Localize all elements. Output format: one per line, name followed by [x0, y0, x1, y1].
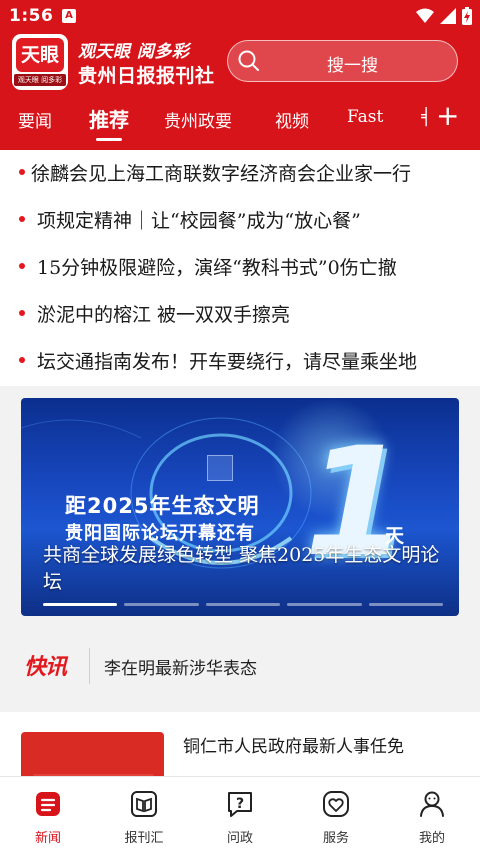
nav-fuwu[interactable]: 服务: [288, 777, 384, 853]
search-box[interactable]: 搜一搜: [227, 40, 458, 82]
nav-label: 新闻: [34, 831, 61, 846]
bullet-icon: [19, 263, 25, 269]
list-item[interactable]: 项规定精神｜让“校园餐”成为“放心餐”: [0, 197, 480, 243]
tab-shipin[interactable]: 视频: [275, 107, 309, 132]
headline-text: 15分钟极限避险，演绎“教科书式”0伤亡撤: [37, 257, 397, 279]
notification-icon: A: [62, 9, 76, 23]
app-header: 1:56 A 天眼 观天眼 阅多彩 观天眼 阅多彩 贵州日报报刊社 搜一搜 要闻…: [0, 0, 480, 150]
featured-banner[interactable]: 1 距2025年生态文明 贵阳国际论坛开幕还有 天 共商全球发展绿色转型 聚焦2…: [21, 398, 459, 616]
nav-label: 我的: [418, 831, 445, 846]
list-item[interactable]: 徐麟会见上海工商联数字经济商会企业家一行: [0, 150, 480, 196]
bottom-navigation: 新闻 报刊汇 ? 问政 服务 我的: [0, 776, 480, 853]
logo-subtext: 观天眼 阅多彩: [14, 74, 66, 86]
headline-text: 徐麟会见上海工商联数字经济商会企业家一行: [31, 163, 412, 185]
bullet-icon: [19, 310, 25, 316]
brand-name: 贵州日报报刊社: [78, 65, 215, 87]
nav-label: 报刊汇: [124, 831, 164, 846]
nav-news[interactable]: 新闻: [0, 777, 96, 853]
headline-text: 项规定精神｜让“校园餐”成为“放心餐”: [37, 210, 361, 232]
system-icons: [416, 7, 472, 25]
news-icon: [36, 792, 60, 816]
nav-label: 服务: [322, 831, 349, 846]
banner-chip-graphic: [207, 455, 233, 481]
search-placeholder: 搜一搜: [327, 56, 378, 76]
bullet-icon: [19, 169, 25, 175]
carousel-dot[interactable]: [205, 603, 281, 606]
nav-wode[interactable]: 我的: [384, 777, 480, 853]
carousel-dot[interactable]: [43, 603, 118, 606]
article-title: 铜仁市人民政府最新人事任免: [183, 737, 404, 757]
tab-tuijian[interactable]: 推荐: [89, 104, 129, 133]
headline-text: 坛交通指南发布！开车要绕行，请尽量乘坐地: [37, 351, 418, 373]
logo-text: 天眼: [16, 38, 64, 72]
carousel-dot[interactable]: [368, 603, 444, 606]
question-icon: ?: [228, 792, 252, 817]
channel-tabs: 要闻 推荐 贵州政要 视频 Fast ╡ +: [0, 95, 480, 145]
flash-news-logo: 快讯: [24, 655, 67, 680]
list-item[interactable]: 15分钟极限避险，演绎“教科书式”0伤亡撤: [0, 244, 480, 290]
bullet-icon: [19, 216, 25, 222]
banner-headline-1: 距2025年生态文明: [65, 494, 260, 518]
tab-guizhou-zhengyao[interactable]: 贵州政要: [164, 107, 232, 132]
brand-slogan: 观天眼 阅多彩: [78, 42, 190, 62]
status-time: 1:56: [9, 6, 54, 26]
article-card[interactable]: 铜仁市人民政府最新人事任免: [0, 712, 480, 792]
status-bar: 1:56 A: [0, 0, 480, 34]
divider: [89, 648, 90, 684]
wifi-icon: [416, 8, 434, 23]
nav-wenzheng[interactable]: ? 问政: [192, 777, 288, 853]
tab-partial[interactable]: ╡: [421, 107, 430, 127]
tab-fast[interactable]: Fast: [347, 107, 383, 127]
add-channel-button[interactable]: +: [436, 102, 459, 130]
headline-text: 淤泥中的榕江 被一双双手擦亮: [37, 304, 291, 326]
tab-yaowen[interactable]: 要闻: [18, 107, 52, 132]
user-icon: [420, 791, 444, 817]
list-item[interactable]: 淤泥中的榕江 被一双双手擦亮: [0, 291, 480, 337]
svg-text:?: ?: [236, 796, 244, 812]
active-tab-indicator: [96, 138, 122, 141]
carousel-dot[interactable]: [287, 603, 362, 606]
heart-icon: [323, 791, 349, 817]
nav-label: 问政: [226, 831, 253, 846]
carousel-indicator: [43, 603, 444, 606]
headline-list: 徐麟会见上海工商联数字经济商会企业家一行 项规定精神｜让“校园餐”成为“放心餐”…: [0, 150, 480, 386]
flash-news-bar[interactable]: 快讯 李在明最新涉华表态: [0, 640, 480, 692]
battery-icon: [462, 7, 472, 25]
carousel-dot[interactable]: [124, 603, 199, 606]
bullet-icon: [19, 357, 25, 363]
banner-caption: 共商全球发展绿色转型 聚焦2025年生态文明论坛: [43, 544, 440, 593]
app-logo: 天眼 观天眼 阅多彩: [12, 34, 68, 90]
book-icon: [131, 791, 157, 817]
nav-baokan[interactable]: 报刊汇: [96, 777, 192, 853]
flash-news-text: 李在明最新涉华表态: [104, 659, 257, 679]
signal-icon: [440, 8, 456, 24]
list-item[interactable]: 坛交通指南发布！开车要绕行，请尽量乘坐地: [0, 338, 480, 384]
